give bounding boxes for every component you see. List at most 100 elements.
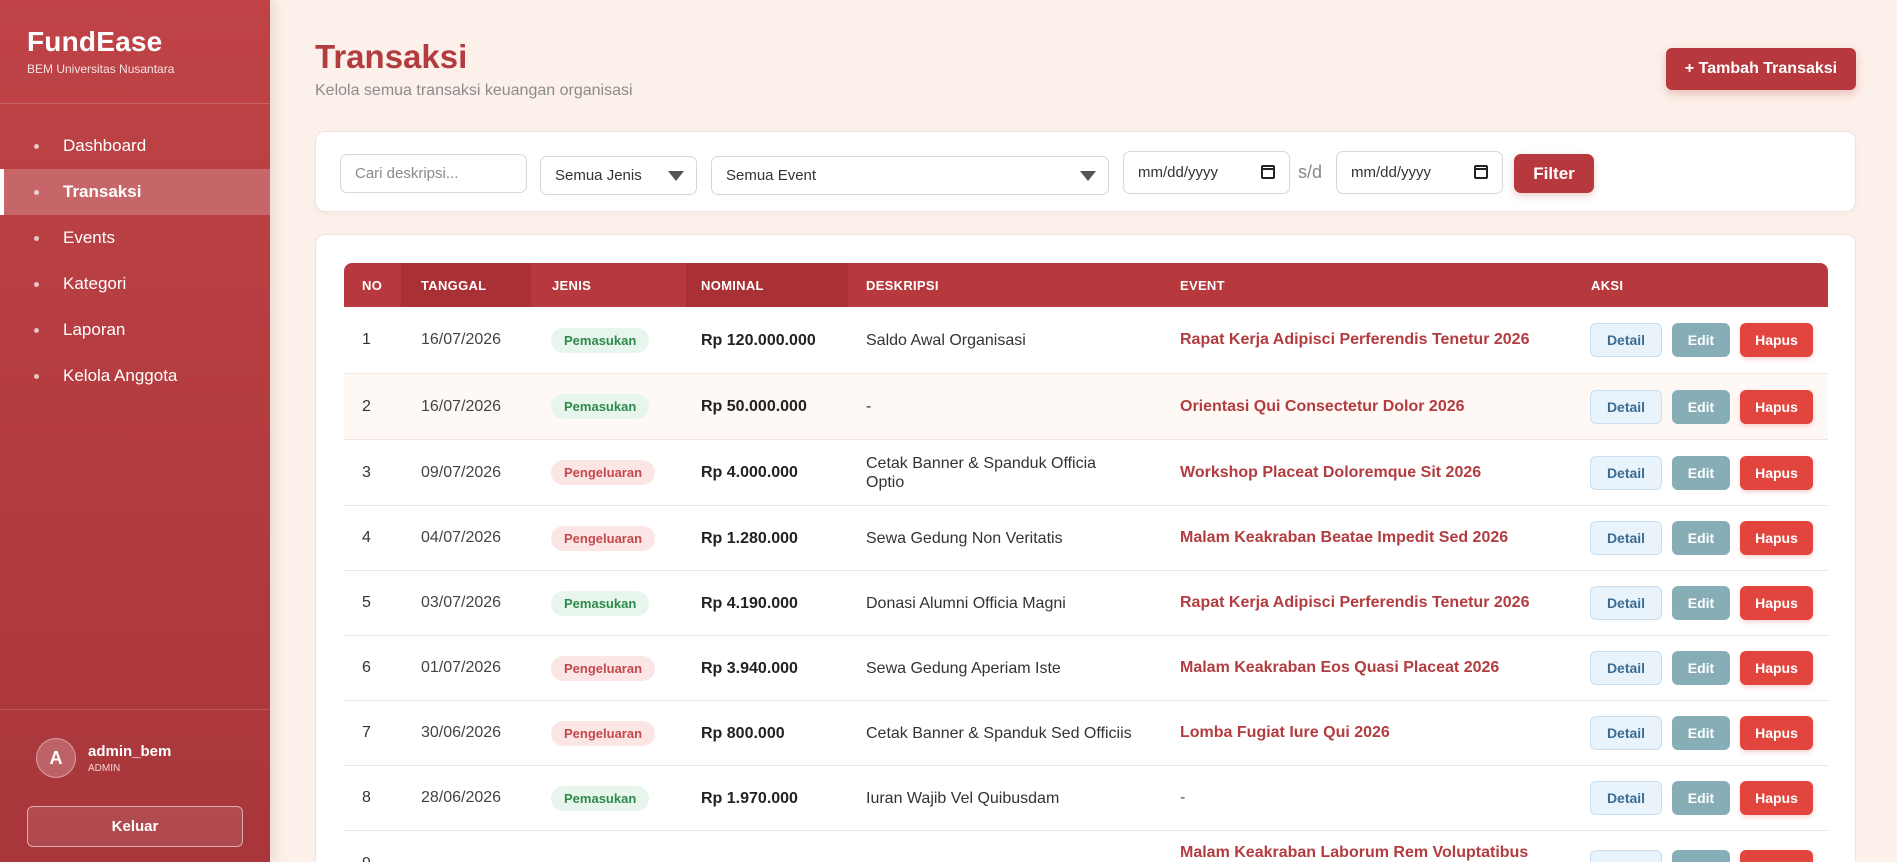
chevron-down-icon: [1080, 171, 1096, 181]
sidebar-footer: A admin_bem ADMIN Keluar: [0, 709, 270, 862]
edit-button[interactable]: Edit: [1672, 521, 1730, 555]
cell-aksi: Detail Edit Hapus: [1590, 440, 1813, 505]
delete-button[interactable]: Hapus: [1740, 651, 1813, 685]
sidebar-item-dashboard[interactable]: Dashboard: [0, 123, 270, 169]
jenis-badge: Pengeluaran: [551, 655, 656, 681]
detail-button[interactable]: Detail: [1590, 389, 1662, 424]
cell-event[interactable]: Orientasi Qui Consectetur Dolor 2026: [1180, 374, 1560, 439]
sidebar-item-kelola-anggota[interactable]: Kelola Anggota: [0, 353, 270, 399]
delete-button[interactable]: Hapus: [1740, 455, 1813, 490]
brand-title: FundEase: [27, 26, 163, 57]
jenis-badge: Pemasukan: [551, 394, 650, 419]
cell-jenis: Pengeluaran: [551, 701, 656, 765]
edit-button[interactable]: Edit: [1672, 716, 1730, 750]
sidebar-item-kategori[interactable]: Kategori: [0, 261, 270, 307]
delete-button[interactable]: Hapus: [1740, 521, 1813, 555]
cell-event[interactable]: Rapat Kerja Adipisci Perferendis Tenetur…: [1180, 571, 1560, 635]
edit-button[interactable]: Edit: [1672, 389, 1730, 424]
search-input[interactable]: Cari deskripsi...: [340, 154, 527, 193]
sidebar-item-label: Kategori: [63, 274, 127, 293]
edit-button[interactable]: Edit: [1672, 323, 1730, 357]
cell-deskripsi: Sewa Gedung Aperiam Iste: [866, 659, 1061, 677]
cell-nominal: Rp 4.190.000: [701, 594, 798, 612]
detail-button[interactable]: Detail: [1590, 521, 1662, 555]
event-select[interactable]: Semua Event: [711, 156, 1109, 195]
detail-button[interactable]: Detail: [1590, 651, 1662, 685]
date-from-input[interactable]: mm/dd/yyyy: [1123, 151, 1290, 194]
edit-button[interactable]: Edit: [1672, 781, 1730, 815]
edit-button[interactable]: Edit: [1672, 455, 1730, 490]
edit-button[interactable]: Edit: [1672, 586, 1730, 620]
cell-aksi: Detail Edit Hapus: [1590, 374, 1813, 439]
detail-button[interactable]: Detail: [1590, 586, 1662, 620]
cell-jenis: Pemasukan: [551, 766, 650, 830]
delete-button[interactable]: Hapus: [1740, 850, 1813, 862]
cell-nominal: Rp 1.280.000: [701, 529, 798, 547]
calendar-icon[interactable]: [1261, 165, 1275, 179]
cell-event[interactable]: Lomba Fugiat Iure Qui 2026: [1180, 701, 1560, 765]
column-header-tanggal: TANGGAL: [421, 277, 487, 293]
sidebar-item-transaksi[interactable]: Transaksi: [0, 169, 270, 215]
detail-button[interactable]: Detail: [1590, 455, 1662, 490]
cell-tanggal: 28/06/2026: [421, 789, 502, 806]
detail-button[interactable]: Detail: [1590, 781, 1662, 815]
cell-aksi: Detail Edit Hapus: [1590, 831, 1813, 862]
jenis-badge: Pemasukan: [551, 785, 650, 811]
cell-nominal: [701, 831, 831, 862]
cell-no: 8: [362, 789, 371, 806]
sidebar-item-label: Events: [63, 228, 115, 247]
sidebar-item-laporan[interactable]: Laporan: [0, 307, 270, 353]
cell-event[interactable]: Workshop Placeat Doloremque Sit 2026: [1180, 440, 1560, 505]
detail-button[interactable]: Detail: [1590, 323, 1662, 357]
table-row: 8 28/06/2026 Pemasukan Rp 1.970.000 Iuran Wa…: [344, 766, 1828, 831]
cell-event[interactable]: Malam Keakraban Laborum Rem Voluptatibus: [1180, 831, 1560, 862]
cell-tanggal: 16/07/2026: [421, 331, 502, 348]
cell-no: 3: [362, 463, 371, 481]
cell-event[interactable]: Malam Keakraban Beatae Impedit Sed 2026: [1180, 506, 1560, 570]
delete-button[interactable]: Hapus: [1740, 323, 1813, 357]
cell-nominal: Rp 120.000.000: [701, 331, 816, 349]
delete-button[interactable]: Hapus: [1740, 716, 1813, 750]
cell-tanggal: 01/07/2026: [421, 659, 502, 676]
table-row: 5 03/07/2026 Pemasukan Rp 4.190.000 Donasi A…: [344, 571, 1828, 636]
edit-button[interactable]: Edit: [1672, 651, 1730, 685]
filter-button[interactable]: Filter: [1514, 154, 1594, 193]
cell-deskripsi: Donasi Alumni Officia Magni: [866, 594, 1066, 612]
cell-aksi: Detail Edit Hapus: [1590, 636, 1813, 700]
calendar-icon[interactable]: [1474, 165, 1488, 179]
jenis-select-value: Semua Jenis: [555, 167, 642, 184]
date-to-input[interactable]: mm/dd/yyyy: [1336, 151, 1503, 194]
cell-no: 9: [362, 831, 371, 862]
jenis-badge: Pengeluaran: [551, 720, 656, 746]
detail-button[interactable]: Detail: [1590, 850, 1662, 862]
jenis-badge: Pengeluaran: [551, 460, 656, 485]
cell-deskripsi: Cetak Banner & Spanduk Sed Officiis: [866, 724, 1132, 742]
bullet-icon: [34, 235, 39, 241]
cell-nominal: Rp 1.970.000: [701, 789, 798, 807]
bullet-icon: [34, 281, 39, 287]
sidebar-item-label: Transaksi: [63, 182, 142, 201]
cell-event[interactable]: Rapat Kerja Adipisci Perferendis Tenetur…: [1180, 307, 1560, 373]
sidebar: FundEase BEM Universitas Nusantara Dashb…: [0, 0, 270, 862]
table-row: 4 04/07/2026 Pengeluaran Rp 1.280.000 Sewa G…: [344, 506, 1828, 571]
cell-nominal: Rp 4.000.000: [701, 464, 798, 481]
delete-button[interactable]: Hapus: [1740, 389, 1813, 424]
cell-event[interactable]: Malam Keakraban Eos Quasi Placeat 2026: [1180, 636, 1560, 700]
detail-button[interactable]: Detail: [1590, 716, 1662, 750]
date-range-separator: s/d: [1298, 162, 1323, 182]
logout-button[interactable]: Keluar: [27, 806, 243, 847]
delete-button[interactable]: Hapus: [1740, 781, 1813, 815]
jenis-badge: Pemasukan: [551, 327, 650, 353]
jenis-select[interactable]: Semua Jenis: [540, 156, 697, 195]
edit-button[interactable]: Edit: [1672, 850, 1730, 862]
delete-button[interactable]: Hapus: [1740, 586, 1813, 620]
cell-jenis: Pengeluaran: [551, 506, 656, 570]
cell-no: 1: [362, 331, 371, 348]
sidebar-item-events[interactable]: Events: [0, 215, 270, 261]
add-transaction-button[interactable]: + Tambah Transaksi: [1666, 48, 1856, 90]
bullet-icon: [34, 143, 39, 149]
brand: FundEase BEM Universitas Nusantara: [0, 0, 270, 104]
sidebar-item-label: Kelola Anggota: [63, 366, 178, 385]
cell-nominal: Rp 800.000: [701, 724, 785, 742]
cell-no: 7: [362, 724, 371, 741]
